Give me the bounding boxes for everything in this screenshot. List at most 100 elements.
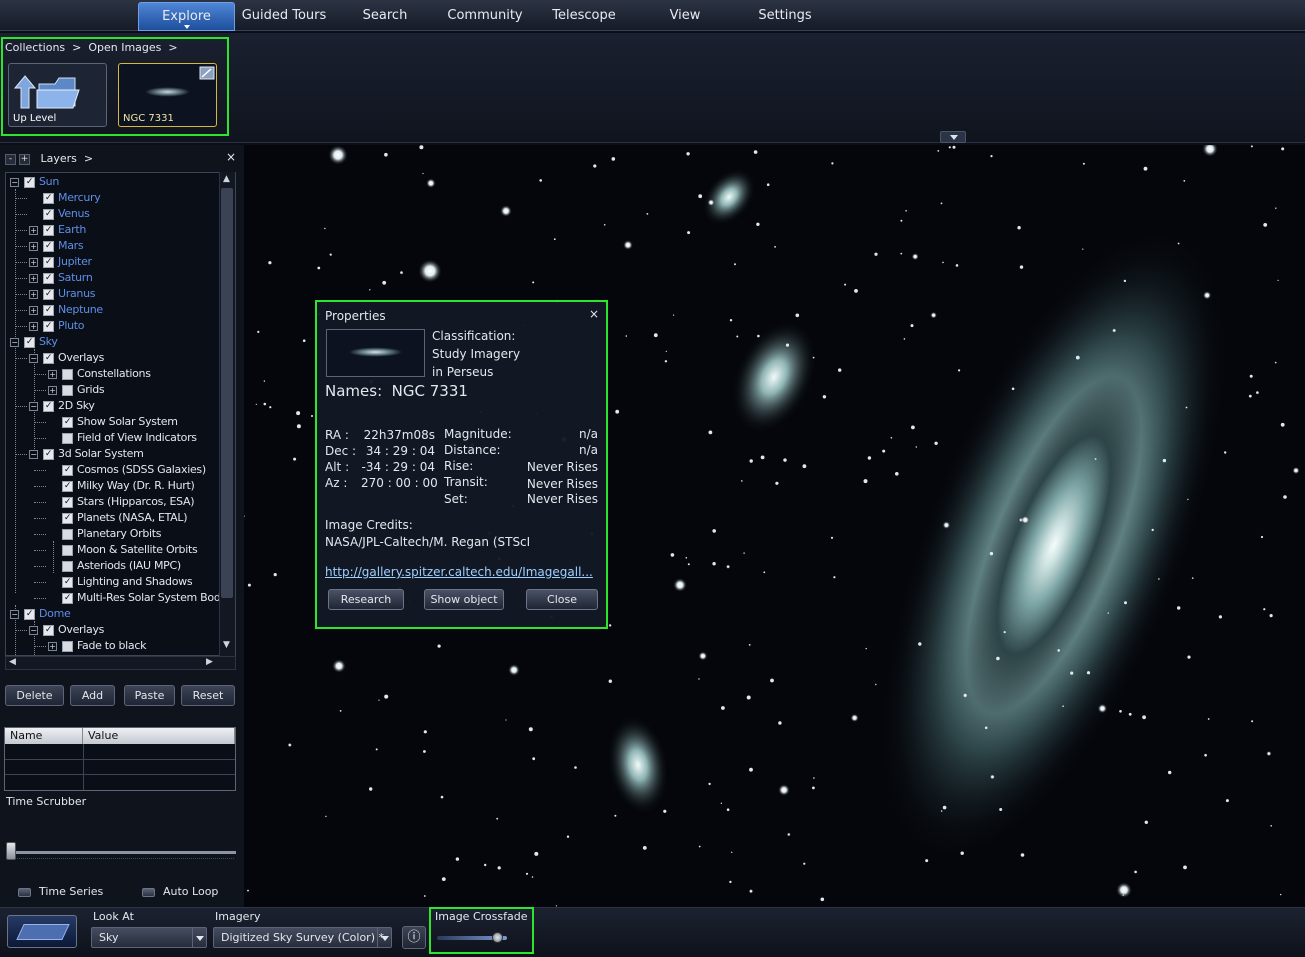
reset-button[interactable]: Reset — [181, 685, 235, 706]
layer-checkbox[interactable]: ✓ — [62, 560, 73, 572]
layer-checkbox[interactable]: ✓ — [24, 336, 35, 348]
layer-checkbox[interactable]: ✓ — [62, 384, 73, 396]
tree-item[interactable]: − ✓ Dome — [10, 606, 71, 622]
paste-button[interactable]: Paste — [124, 685, 175, 706]
tree-item[interactable]: + ✓ Uranus — [29, 286, 96, 302]
menu-view[interactable]: View — [655, 2, 715, 31]
scroll-up-icon[interactable]: ▲ — [223, 174, 230, 184]
layer-checkbox[interactable]: ✓ — [43, 224, 54, 236]
image-crossfade-thumb[interactable] — [491, 932, 503, 943]
layers-close-icon[interactable]: × — [226, 150, 236, 164]
layer-checkbox[interactable]: ✓ — [62, 512, 73, 524]
layer-checkbox[interactable]: ✓ — [62, 464, 73, 476]
expand-icon[interactable]: + — [29, 225, 38, 235]
tree-item[interactable]: −✓Multi-Res Solar System Bodies — [48, 590, 235, 606]
layer-checkbox[interactable]: ✓ — [62, 368, 73, 380]
tree-item[interactable]: −✓Planetary Orbits — [48, 526, 162, 542]
tree-item[interactable]: − ✓ Sun — [10, 174, 59, 190]
layer-checkbox[interactable]: ✓ — [24, 608, 35, 620]
tree-item[interactable]: −✓Stars (Hipparcos, ESA) — [48, 494, 195, 510]
layer-checkbox[interactable]: ✓ — [43, 256, 54, 268]
collapse-collections-tab[interactable] — [940, 131, 966, 143]
layer-checkbox[interactable]: ✓ — [62, 496, 73, 508]
image-source-link[interactable]: http://gallery.spitzer.caltech.edu/Image… — [325, 565, 593, 579]
imagery-dropdown-arrow-icon[interactable] — [377, 928, 391, 947]
tree-item[interactable]: −✓Cosmos (SDSS Galaxies) — [48, 462, 206, 478]
layer-checkbox[interactable]: ✓ — [43, 320, 54, 332]
layer-checkbox[interactable]: ✓ — [62, 640, 73, 652]
layer-checkbox[interactable]: ✓ — [62, 480, 73, 492]
time-series-checkbox[interactable] — [18, 887, 31, 897]
collapse-icon[interactable]: − — [29, 625, 38, 635]
research-button[interactable]: Research — [328, 589, 404, 610]
expand-icon[interactable]: + — [48, 641, 57, 651]
tree-item[interactable]: + ✓ Constellations — [48, 366, 151, 382]
layer-checkbox[interactable]: ✓ — [43, 208, 54, 220]
menu-explore[interactable]: Explore — [138, 2, 235, 31]
collapse-icon[interactable]: − — [10, 177, 19, 187]
layer-checkbox[interactable]: ✓ — [43, 288, 54, 300]
tree-item[interactable]: + ✓ Neptune — [29, 302, 103, 318]
close-button[interactable]: Close — [526, 589, 598, 610]
expand-icon[interactable]: + — [29, 289, 38, 299]
tree-item[interactable]: −✓Venus — [29, 206, 90, 222]
layer-checkbox[interactable]: ✓ — [62, 576, 73, 588]
look-at-dropdown-arrow-icon[interactable] — [192, 928, 206, 947]
tree-item[interactable]: −✓Asteriods (IAU MPC) — [48, 558, 181, 574]
layer-checkbox[interactable]: ✓ — [43, 272, 54, 284]
tree-item[interactable]: − ✓ Overlays — [29, 350, 104, 366]
context-view-icon[interactable] — [7, 915, 77, 948]
tree-item[interactable]: −✓Show Solar System — [48, 414, 178, 430]
tree-item[interactable]: −✓Milky Way (Dr. R. Hurt) — [48, 478, 195, 494]
auto-loop-toggle[interactable]: Auto Loop — [142, 885, 218, 898]
tree-horizontal-scrollbar[interactable]: ◀ ▶ — [5, 656, 236, 670]
show-object-button[interactable]: Show object — [424, 589, 504, 610]
tree-item[interactable]: + ✓ Jupiter — [29, 254, 92, 270]
menu-search[interactable]: Search — [345, 2, 425, 31]
time-series-toggle[interactable]: Time Series — [18, 885, 103, 898]
time-scrubber-thumb[interactable] — [6, 842, 16, 860]
tree-scroll-thumb[interactable] — [221, 188, 233, 598]
look-at-dropdown[interactable]: Sky — [91, 927, 207, 948]
grid-header-value[interactable]: Value — [83, 728, 235, 744]
tree-item[interactable]: −✓Planets (NASA, ETAL) — [48, 510, 188, 526]
add-button[interactable]: Add — [70, 685, 115, 706]
menu-guided-tours[interactable]: Guided Tours — [236, 2, 332, 31]
grid-header-name[interactable]: Name — [5, 728, 83, 744]
collapse-icon[interactable]: − — [10, 337, 19, 347]
scroll-left-icon[interactable]: ◀ — [9, 657, 16, 667]
collapse-icon[interactable]: − — [29, 449, 38, 459]
layer-checkbox[interactable]: ✓ — [62, 528, 73, 540]
tree-item[interactable]: + ✓ Grids — [48, 382, 105, 398]
layer-checkbox[interactable]: ✓ — [62, 416, 73, 428]
layer-checkbox[interactable]: ✓ — [43, 304, 54, 316]
layers-title[interactable]: Layers > — [41, 152, 94, 165]
expand-icon[interactable]: + — [29, 257, 38, 267]
tree-item[interactable]: − ✓ 3d Solar System — [29, 446, 144, 462]
expand-icon[interactable]: + — [29, 241, 38, 251]
layer-checkbox[interactable]: ✓ — [43, 400, 54, 412]
tree-item[interactable]: + ✓ Mars — [29, 238, 84, 254]
tree-item[interactable]: −✓Mercury — [29, 190, 101, 206]
layer-checkbox[interactable]: ✓ — [62, 432, 73, 444]
collapse-all-button[interactable]: - — [5, 153, 16, 165]
layer-checkbox[interactable]: ✓ — [43, 352, 54, 364]
expand-icon[interactable]: + — [29, 273, 38, 283]
layer-checkbox[interactable]: ✓ — [62, 544, 73, 556]
time-scrubber-track[interactable] — [8, 851, 236, 854]
collapse-icon[interactable]: − — [29, 353, 38, 363]
collapse-icon[interactable]: − — [10, 609, 19, 619]
tree-item[interactable]: −✓Field of View Indicators — [48, 430, 197, 446]
imagery-dropdown[interactable]: Digitized Sky Survey (Color) * — [213, 927, 392, 948]
delete-button[interactable]: Delete — [5, 685, 64, 706]
tree-item[interactable]: − ✓ Overlays — [29, 622, 104, 638]
expand-all-button[interactable]: + — [19, 153, 30, 165]
auto-loop-checkbox[interactable] — [142, 887, 155, 897]
layer-checkbox[interactable]: ✓ — [24, 176, 35, 188]
expand-icon[interactable]: + — [29, 321, 38, 331]
scroll-down-icon[interactable]: ▼ — [223, 640, 230, 650]
layer-checkbox[interactable]: ✓ — [43, 624, 54, 636]
tree-item[interactable]: + ✓ Saturn — [29, 270, 93, 286]
tree-item[interactable]: −✓Moon & Satellite Orbits — [48, 542, 198, 558]
expand-icon[interactable]: + — [48, 369, 57, 379]
